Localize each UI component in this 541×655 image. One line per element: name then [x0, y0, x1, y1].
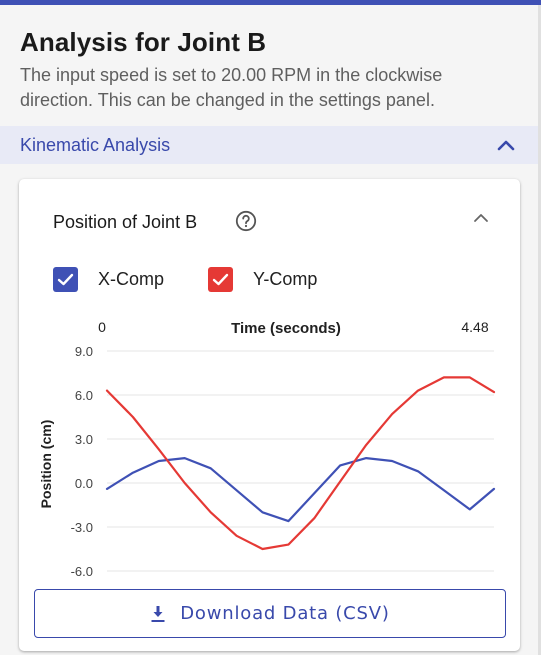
check-icon	[212, 273, 229, 285]
y-comp-series-line	[105, 376, 496, 551]
y-comp-checkbox[interactable]	[208, 266, 233, 292]
y-comp-label: Y-Comp	[253, 268, 318, 289]
download-icon	[151, 605, 165, 622]
y-axis-title: Position (cm)	[38, 420, 54, 509]
x-comp-series-line	[105, 457, 496, 523]
help-circle-icon[interactable]	[235, 210, 257, 232]
kinematic-analysis-section-header[interactable]: Kinematic Analysis	[0, 126, 538, 164]
y-tick-label: 6.0	[75, 388, 93, 403]
x-comp-toggle[interactable]: X-Comp	[53, 266, 164, 292]
section-title: Kinematic Analysis	[20, 134, 171, 155]
chevron-up-icon[interactable]	[496, 138, 516, 152]
page-title: Analysis for Joint B	[20, 27, 267, 57]
page-subtitle: The input speed is set to 20.00 RPM in t…	[20, 65, 443, 110]
y-tick-label: -6.0	[71, 564, 93, 579]
y-tick-label: 9.0	[75, 344, 93, 359]
x-axis-end-label: 4.48	[461, 319, 488, 335]
joint-position-card: Position of Joint B X-Comp Y-Comp 9.0 6.0…	[19, 179, 520, 651]
chevron-up-icon[interactable]	[472, 212, 490, 224]
check-icon	[57, 273, 74, 285]
download-button-label: Download Data (CSV)	[180, 603, 390, 624]
position-chart: 9.0 6.0 3.0 0.0 -3.0 -6.0 0 Time (seconds) 4.…	[38, 319, 496, 579]
x-comp-label: X-Comp	[98, 268, 165, 289]
y-tick-label: 0.0	[75, 476, 93, 491]
x-axis-start-label: 0	[98, 319, 106, 335]
panel-header: Analysis for Joint B The input speed is …	[0, 5, 538, 126]
y-tick-label: 3.0	[75, 432, 93, 447]
y-comp-toggle[interactable]: Y-Comp	[208, 266, 317, 292]
download-csv-button[interactable]: Download Data (CSV)	[34, 589, 506, 638]
card-title: Position of Joint B	[53, 212, 198, 232]
y-tick-label: -3.0	[71, 520, 93, 535]
x-axis-title: Time (seconds)	[231, 320, 341, 337]
x-comp-checkbox[interactable]	[53, 266, 78, 292]
